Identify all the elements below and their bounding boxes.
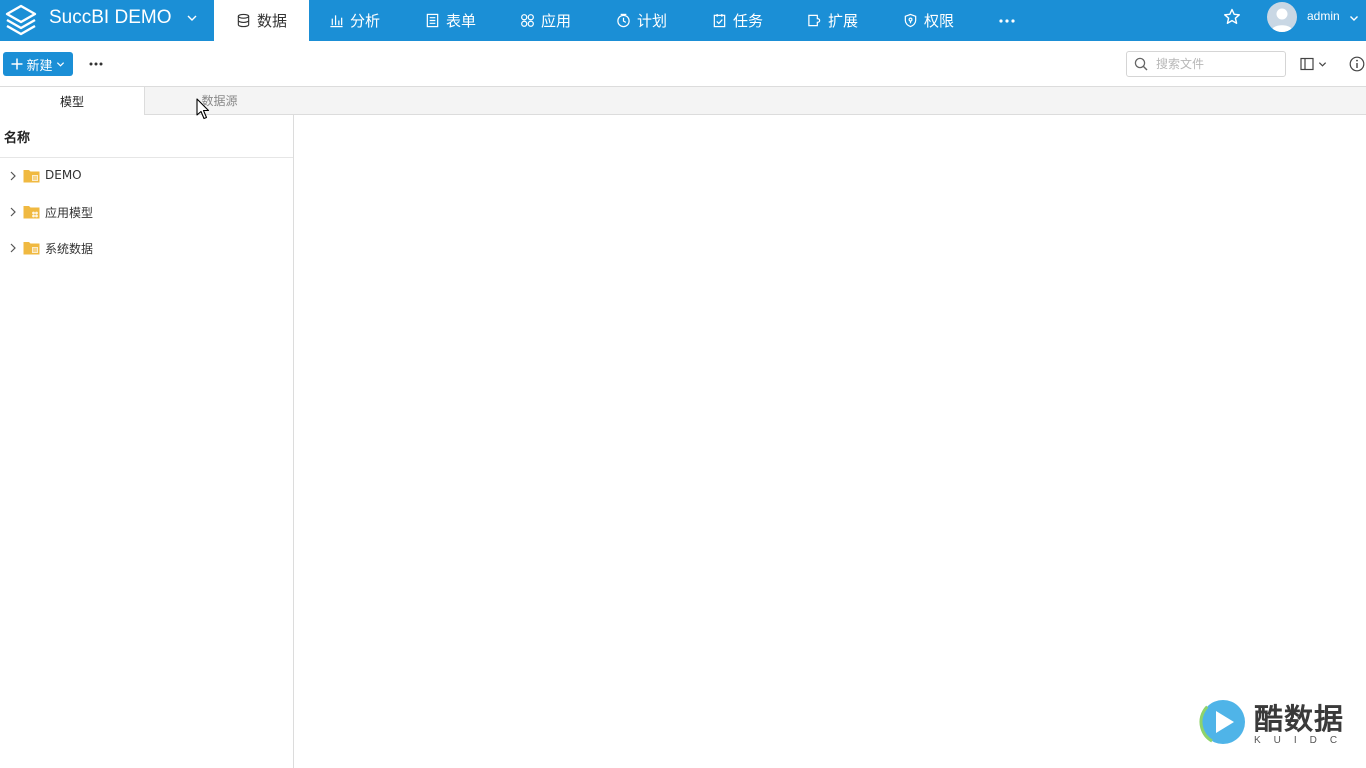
top-navigation-bar: SuccBI DEMO 数据 分析 表单 应用 计划 任务 扩展 权限 admi… [0,0,1366,41]
chevron-down-icon [56,61,64,67]
nav-tab-label: 计划 [637,12,668,30]
search-input[interactable] [1156,57,1276,71]
tree-item-label: DEMO [45,168,82,182]
user-avatar[interactable] [1267,2,1297,32]
info-icon[interactable] [1349,56,1365,72]
task-icon [713,13,726,28]
nav-tab-permissions[interactable]: 权限 [903,0,954,41]
tab-datasource[interactable]: 数据源 [144,87,294,115]
clock-icon [617,13,630,28]
shield-icon [904,13,917,28]
tree-item-system-data[interactable]: 系统数据 [0,230,293,266]
watermark-text: 酷数据 [1254,702,1345,736]
search-icon [1134,57,1148,71]
plus-icon [11,58,23,70]
watermark-subtext: KUIDC [1254,735,1351,746]
tree-item-demo[interactable]: DEMO [0,158,293,194]
folder-apps-icon [23,206,40,219]
nav-tab-label: 分析 [350,12,381,30]
more-horizontal-icon [999,18,1015,23]
form-icon [426,13,439,28]
nav-tab-tasks[interactable]: 任务 [712,0,763,41]
more-horizontal-icon [89,62,103,66]
layout-toggle-button[interactable] [1300,56,1332,72]
search-box[interactable] [1126,51,1286,77]
nav-tab-label: 数据 [256,12,287,30]
nav-tab-forms[interactable]: 表单 [425,0,476,41]
user-icon [1271,8,1293,32]
tree-item-label: 系统数据 [45,242,94,256]
username[interactable]: admin [1307,9,1340,23]
tree-item-label: 应用模型 [45,206,94,220]
new-button-label: 新建 [26,58,53,74]
layout-panel-icon [1300,57,1314,71]
nav-tab-analysis[interactable]: 分析 [329,0,380,41]
column-header-name[interactable]: 名称 [4,127,30,146]
editor-tab-strip [294,87,1366,115]
tab-model[interactable]: 模型 [0,87,144,115]
chevron-down-icon[interactable] [1349,13,1359,23]
nav-tab-label: 扩展 [828,12,859,30]
nav-tab-extensions[interactable]: 扩展 [807,0,858,41]
nav-tab-label: 任务 [733,12,764,30]
database-icon [237,13,250,28]
tree-item-app-model[interactable]: 应用模型 [0,194,293,230]
nav-tab-label: 应用 [541,12,572,30]
panel-tabs: 模型 数据源 [0,87,294,115]
chevron-right-icon[interactable] [9,243,17,253]
new-button[interactable]: 新建 [3,52,73,76]
chevron-right-icon[interactable] [9,171,17,181]
apps-icon [521,14,534,27]
mouse-cursor-icon [196,98,210,120]
app-title: SuccBI DEMO [49,7,172,28]
app-brand-menu[interactable]: SuccBI DEMO [0,0,214,41]
nav-tab-apps[interactable]: 应用 [520,0,571,41]
favorite-star-icon[interactable] [1222,7,1242,27]
nav-tab-schedule[interactable]: 计划 [616,0,667,41]
model-tree-panel: 模型 数据源 名称 DEMO 应用模型 系统数据 [0,87,294,768]
bar-chart-icon [330,15,343,28]
folder-icon [23,170,40,183]
chevron-right-icon[interactable] [9,207,17,217]
nav-tab-data[interactable]: 数据 [214,0,309,41]
watermark-logo-icon [1199,698,1247,746]
nav-more-button[interactable] [996,0,1018,41]
tab-label: 模型 [59,94,84,109]
extension-icon [808,14,821,27]
toolbar-more-button[interactable] [86,55,106,73]
nav-tab-label: 权限 [924,12,955,30]
toolbar: 新建 [0,41,1366,87]
chevron-down-icon [187,15,197,21]
chevron-down-icon [1318,61,1327,67]
nav-tab-label: 表单 [446,12,477,30]
folder-icon [23,242,40,255]
succbi-logo-icon [5,4,37,36]
